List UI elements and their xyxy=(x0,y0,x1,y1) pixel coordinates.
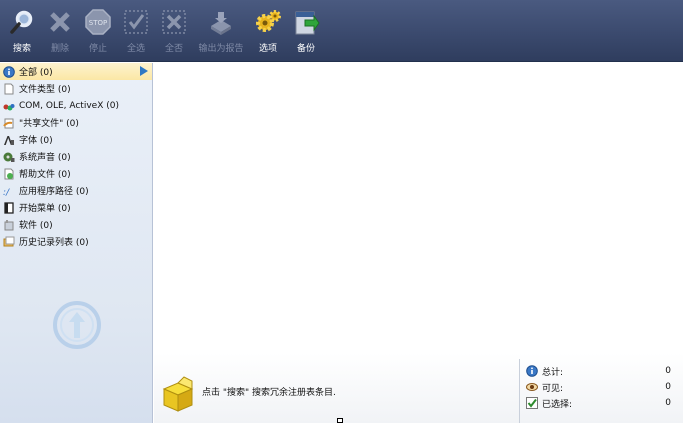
select-all-button-label: 全选 xyxy=(126,44,145,54)
category-app-paths[interactable]: :/ 应用程序路径 (0) xyxy=(0,182,152,199)
eye-icon xyxy=(526,381,538,393)
delete-icon xyxy=(46,8,74,36)
category-com-ole-activex-label: COM, OLE, ActiveX (0) xyxy=(19,100,119,111)
stop-button-label: 停止 xyxy=(88,44,107,54)
selected-count-row: 已选择: 0 xyxy=(526,395,683,411)
com-icon xyxy=(3,100,15,112)
category-com-ole-activex[interactable]: COM, OLE, ActiveX (0) xyxy=(0,97,152,114)
gear-icon xyxy=(254,8,282,36)
category-system-sounds-label: 系统声音 (0) xyxy=(19,153,71,163)
backup-icon xyxy=(292,8,320,36)
category-shared-files[interactable]: "共享文件" (0) xyxy=(0,114,152,131)
stop-icon: STOP xyxy=(84,8,112,36)
search-icon xyxy=(8,8,36,36)
category-help-files[interactable]: 帮助文件 (0) xyxy=(0,165,152,182)
category-software[interactable]: 软件 (0) xyxy=(0,216,152,233)
selected-arrow-icon xyxy=(140,66,148,76)
svg-text:STOP: STOP xyxy=(89,19,107,27)
options-button[interactable]: 选项 xyxy=(249,0,287,62)
options-button-label: 选项 xyxy=(258,44,277,54)
backup-button-label: 备份 xyxy=(296,44,315,54)
category-history[interactable]: 历史记录列表 (0) xyxy=(0,233,152,250)
category-software-label: 软件 (0) xyxy=(19,221,53,231)
search-button-label: 搜索 xyxy=(12,44,31,54)
font-icon xyxy=(3,134,15,146)
category-history-label: 历史记录列表 (0) xyxy=(19,238,89,248)
category-file-types[interactable]: 文件类型 (0) xyxy=(0,80,152,97)
export-report-icon xyxy=(207,8,235,36)
selected-label: 已选择: xyxy=(542,399,573,410)
shared-file-icon xyxy=(3,117,15,129)
software-icon xyxy=(3,219,15,231)
search-hint-text: 点击 "搜索" 搜索冗余注册表条目. xyxy=(202,388,336,398)
deselect-all-icon xyxy=(160,8,188,36)
category-help-files-label: 帮助文件 (0) xyxy=(19,170,71,180)
selected-value: 0 xyxy=(665,398,671,408)
total-count-row: 总计: 0 xyxy=(526,363,683,379)
category-all-label: 全部 (0) xyxy=(19,68,53,78)
registry-cube-icon xyxy=(162,376,194,412)
counts-panel: 总计: 0 可见: 0 已选择: 0 xyxy=(519,359,683,423)
mouse-cursor xyxy=(337,418,343,423)
backup-button[interactable]: 备份 xyxy=(287,0,325,62)
total-label: 总计: xyxy=(542,367,564,378)
export-report-button-label: 输出为报告 xyxy=(198,44,244,54)
deselect-all-button[interactable]: 全否 xyxy=(155,0,193,62)
delete-button-label: 删除 xyxy=(50,44,69,54)
toolbar: 搜索 删除 STOP 停止 全选 全否 输出为报告 选项 备份 xyxy=(0,0,683,62)
results-list[interactable] xyxy=(154,63,683,353)
category-file-types-label: 文件类型 (0) xyxy=(19,85,71,95)
category-system-sounds[interactable]: 系统声音 (0) xyxy=(0,148,152,165)
status-panel: 点击 "搜索" 搜索冗余注册表条目. 总计: 0 可见: 0 已选择: 0 xyxy=(154,353,683,423)
start-menu-icon xyxy=(3,201,15,214)
export-report-button[interactable]: 输出为报告 xyxy=(193,0,249,62)
select-all-icon xyxy=(122,8,150,36)
sound-icon xyxy=(3,151,15,163)
stop-button[interactable]: STOP 停止 xyxy=(79,0,117,62)
category-all[interactable]: 全部 (0) xyxy=(0,63,152,80)
info-icon xyxy=(526,365,538,377)
app-path-icon: :/ xyxy=(3,185,15,197)
app-logo-watermark-icon xyxy=(53,301,101,349)
category-start-menu[interactable]: 开始菜单 (0) xyxy=(0,199,152,216)
search-button[interactable]: 搜索 xyxy=(3,0,41,62)
svg-text::/: :/ xyxy=(3,188,10,197)
help-file-icon xyxy=(3,168,15,180)
info-icon xyxy=(3,65,15,78)
history-icon xyxy=(3,236,15,248)
visible-value: 0 xyxy=(665,382,671,392)
visible-label: 可见: xyxy=(542,383,564,394)
deselect-all-button-label: 全否 xyxy=(164,44,183,54)
select-all-button[interactable]: 全选 xyxy=(117,0,155,62)
category-start-menu-label: 开始菜单 (0) xyxy=(19,204,71,214)
visible-count-row: 可见: 0 xyxy=(526,379,683,395)
category-fonts[interactable]: 字体 (0) xyxy=(0,131,152,148)
category-fonts-label: 字体 (0) xyxy=(19,136,53,146)
category-app-paths-label: 应用程序路径 (0) xyxy=(19,187,89,197)
delete-button[interactable]: 删除 xyxy=(41,0,79,62)
file-icon xyxy=(3,83,15,95)
category-shared-files-label: "共享文件" (0) xyxy=(19,119,79,129)
category-sidebar: 全部 (0) 文件类型 (0) COM, OLE, ActiveX (0) "共… xyxy=(0,63,153,423)
total-value: 0 xyxy=(665,366,671,376)
checkbox-icon xyxy=(526,397,538,409)
